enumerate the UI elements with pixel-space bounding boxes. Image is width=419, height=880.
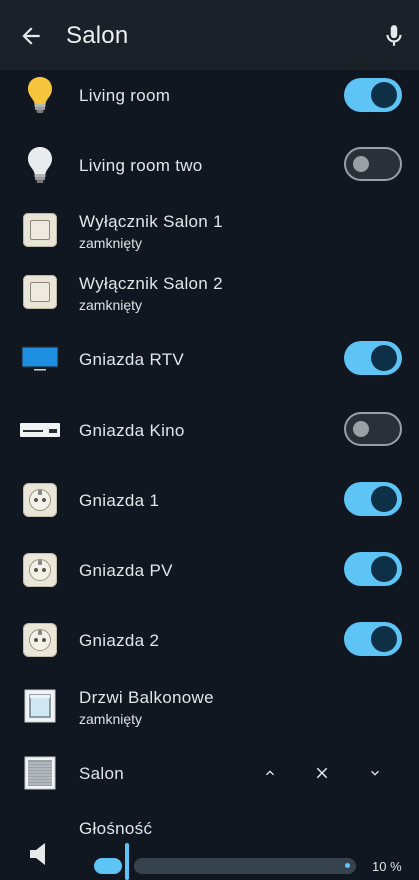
entity-state: zamknięty [79, 297, 143, 313]
entity-label: Wyłącznik Salon 2 [79, 274, 223, 293]
entity-row-switch-salon-2[interactable]: Wyłącznik Salon 2 zamknięty [0, 270, 419, 314]
close-icon [316, 767, 328, 779]
bulb-on-icon [18, 73, 62, 117]
toggle-knob [353, 421, 369, 437]
toggle-knob [371, 626, 397, 652]
volume-label: Głośność [79, 819, 153, 838]
entity-toggle[interactable] [344, 622, 402, 656]
entity-label: Gniazda PV [79, 561, 173, 580]
bulb-off-icon [18, 143, 62, 187]
volume-value: 10 % [372, 859, 402, 874]
toggle-knob [371, 486, 397, 512]
tv-icon [18, 337, 62, 381]
entity-row-switch-salon-1[interactable]: Wyłącznik Salon 1 zamknięty [0, 208, 419, 252]
switch-plate [23, 275, 57, 309]
back-arrow-icon[interactable] [18, 23, 44, 49]
chevron-up-icon [266, 770, 274, 776]
entity-label: Salon [79, 764, 124, 783]
chevron-down-icon [371, 770, 379, 776]
toggle-knob [371, 82, 397, 108]
entity-label: Gniazda 1 [79, 491, 160, 510]
roller-shutter-icon [18, 751, 62, 795]
entity-row-gniazda-1[interactable]: Gniazda 1 [0, 478, 419, 522]
shutter-stop-button[interactable] [307, 758, 337, 788]
entity-toggle[interactable] [344, 78, 402, 112]
toggle-knob [353, 156, 369, 172]
entity-label: Gniazda 2 [79, 631, 160, 650]
entity-row-living-room[interactable]: Living room [0, 73, 419, 117]
entity-row-salon-shutter[interactable]: Salon [0, 751, 419, 795]
entity-label: Drzwi Balkonowe [79, 688, 214, 707]
entity-row-gniazda-kino[interactable]: Gniazda Kino [0, 408, 419, 452]
volume-slider-fill [94, 858, 122, 874]
socket-icon [18, 548, 62, 592]
volume-slider-end-dot [345, 863, 350, 868]
entity-state: zamknięty [79, 235, 143, 251]
entity-toggle[interactable] [344, 482, 402, 516]
entity-label: Wyłącznik Salon 1 [79, 212, 223, 231]
toggle-knob [371, 556, 397, 582]
app-header: Salon [0, 0, 419, 70]
entity-row-living-room-two[interactable]: Living room two [0, 143, 419, 187]
entity-label: Living room two [79, 156, 203, 175]
socket-plate [23, 553, 57, 587]
entity-label: Living room [79, 86, 171, 105]
entity-toggle[interactable] [344, 147, 402, 181]
wall-switch-icon [18, 270, 62, 314]
entity-state: zamknięty [79, 711, 143, 727]
toggle-knob [371, 345, 397, 371]
page-title: Salon [66, 22, 129, 49]
entity-label: Gniazda RTV [79, 350, 185, 369]
entity-label: Gniazda Kino [79, 421, 185, 440]
entity-row-gniazda-pv[interactable]: Gniazda PV [0, 548, 419, 592]
entity-row-drzwi-balkonowe[interactable]: Drzwi Balkonowe zamknięty [0, 684, 419, 728]
window-icon [18, 684, 62, 728]
entity-toggle[interactable] [344, 412, 402, 446]
entity-row-gniazda-2[interactable]: Gniazda 2 [0, 618, 419, 662]
entity-toggle[interactable] [344, 341, 402, 375]
volume-slider-track[interactable] [134, 858, 356, 874]
shutter-open-button[interactable] [255, 758, 285, 788]
entity-toggle[interactable] [344, 552, 402, 586]
entity-row-gniazda-rtv[interactable]: Gniazda RTV [0, 337, 419, 381]
media-player-icon [18, 408, 62, 452]
socket-plate [23, 483, 57, 517]
microphone-icon[interactable] [381, 22, 407, 50]
socket-icon [18, 618, 62, 662]
speaker-icon [18, 832, 62, 876]
shutter-close-button[interactable] [360, 758, 390, 788]
socket-plate [23, 623, 57, 657]
socket-icon [18, 478, 62, 522]
wall-switch-icon [18, 208, 62, 252]
volume-slider-thumb[interactable] [125, 843, 129, 880]
switch-plate [23, 213, 57, 247]
